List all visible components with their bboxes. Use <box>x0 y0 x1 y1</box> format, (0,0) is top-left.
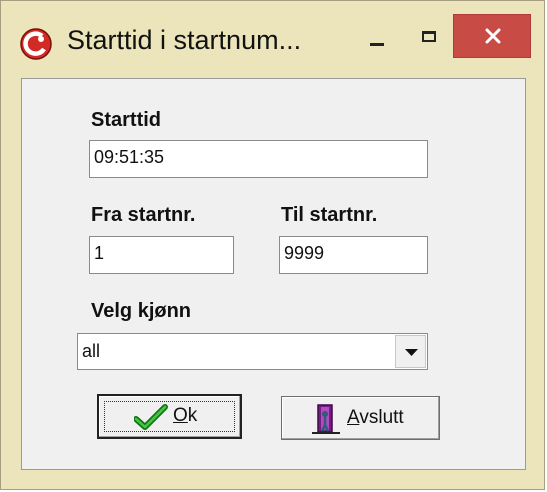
avslutt-button-label: Avslutt <box>347 407 404 428</box>
title-bar[interactable]: Starttid i startnum... <box>1 1 544 79</box>
starttid-label: Starttid <box>91 109 161 131</box>
checkmark-icon <box>134 404 168 430</box>
close-button[interactable] <box>453 14 531 58</box>
focus-rectangle <box>104 401 235 432</box>
kjonn-select-value: all <box>82 341 101 361</box>
chevron-down-icon <box>405 349 418 356</box>
fra-startnr-input[interactable]: 1 <box>89 236 234 274</box>
ok-button-label: Ok <box>173 405 198 426</box>
app-logo-icon <box>19 27 53 61</box>
maximize-icon[interactable] <box>409 19 449 61</box>
dialog-window: Starttid i startnum... Starttid 09:51:35… <box>0 0 545 490</box>
window-title: Starttid i startnum... <box>67 25 302 55</box>
ok-button[interactable]: Ok <box>97 394 242 439</box>
avslutt-button[interactable]: Avslutt <box>281 396 440 440</box>
til-startnr-input[interactable]: 9999 <box>279 236 428 274</box>
dialog-content: Starttid 09:51:35 Fra startnr. 1 Til sta… <box>21 78 526 470</box>
dropdown-button[interactable] <box>395 335 426 368</box>
close-icon <box>485 28 501 44</box>
til-startnr-label: Til startnr. <box>281 204 378 226</box>
kjonn-label: Velg kjønn <box>91 300 192 322</box>
fra-startnr-label: Fra startnr. <box>91 204 196 226</box>
starttid-input[interactable]: 09:51:35 <box>89 140 428 178</box>
minimize-icon[interactable] <box>346 19 406 61</box>
door-exit-icon <box>312 404 340 434</box>
kjonn-select[interactable]: all <box>77 333 428 370</box>
